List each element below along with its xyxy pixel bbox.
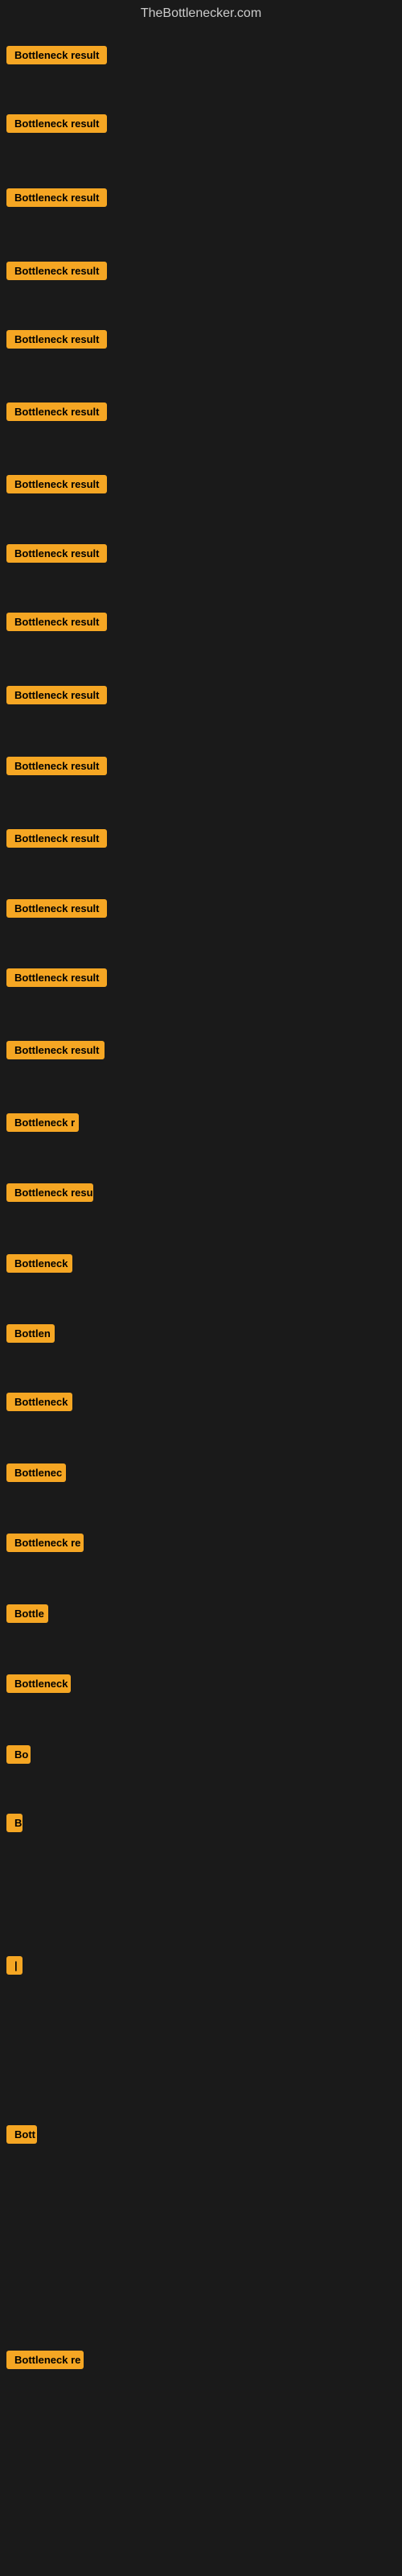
bottleneck-badge-14[interactable]: Bottleneck result — [6, 968, 107, 987]
bottleneck-item-9: Bottleneck result — [6, 613, 107, 635]
bottleneck-item-20: Bottleneck — [6, 1393, 72, 1415]
bottleneck-badge-7[interactable]: Bottleneck result — [6, 475, 107, 493]
bottleneck-item-5: Bottleneck result — [6, 330, 107, 353]
bottleneck-badge-33[interactable]: Bottleneck re — [6, 2351, 84, 2369]
bottleneck-item-25: Bo — [6, 1745, 31, 1768]
bottleneck-badge-10[interactable]: Bottleneck result — [6, 686, 107, 704]
bottleneck-item-24: Bottleneck — [6, 1674, 71, 1697]
bottleneck-badge-23[interactable]: Bottle — [6, 1604, 48, 1623]
bottleneck-badge-5[interactable]: Bottleneck result — [6, 330, 107, 349]
bottleneck-item-4: Bottleneck result — [6, 262, 107, 284]
bottleneck-badge-9[interactable]: Bottleneck result — [6, 613, 107, 631]
bottleneck-item-6: Bottleneck result — [6, 402, 107, 425]
bottleneck-badge-13[interactable]: Bottleneck result — [6, 899, 107, 918]
bottleneck-item-2: Bottleneck result — [6, 114, 107, 137]
bottleneck-badge-16[interactable]: Bottleneck r — [6, 1113, 79, 1132]
bottleneck-item-16: Bottleneck r — [6, 1113, 79, 1136]
bottleneck-item-26: B — [6, 1814, 23, 1836]
bottleneck-item-33: Bottleneck re — [6, 2351, 84, 2373]
bottleneck-item-18: Bottleneck — [6, 1254, 72, 1277]
bottleneck-badge-8[interactable]: Bottleneck result — [6, 544, 107, 563]
bottleneck-badge-21[interactable]: Bottlenec — [6, 1463, 66, 1482]
bottleneck-item-8: Bottleneck result — [6, 544, 107, 567]
bottleneck-badge-26[interactable]: B — [6, 1814, 23, 1832]
bottleneck-badge-2[interactable]: Bottleneck result — [6, 114, 107, 133]
bottleneck-badge-28[interactable]: | — [6, 1956, 23, 1975]
bottleneck-item-19: Bottlen — [6, 1324, 55, 1347]
bottleneck-badge-3[interactable]: Bottleneck result — [6, 188, 107, 207]
site-header: TheBottlenecker.com — [0, 0, 402, 31]
bottleneck-item-28: | — [6, 1956, 23, 1979]
bottleneck-item-11: Bottleneck result — [6, 757, 107, 779]
bottleneck-item-21: Bottlenec — [6, 1463, 66, 1486]
bottleneck-item-13: Bottleneck result — [6, 899, 107, 922]
bottleneck-item-15: Bottleneck result — [6, 1041, 105, 1063]
bottleneck-badge-12[interactable]: Bottleneck result — [6, 829, 107, 848]
bottleneck-item-23: Bottle — [6, 1604, 48, 1627]
bottleneck-badge-20[interactable]: Bottleneck — [6, 1393, 72, 1411]
bottleneck-item-30: Bott — [6, 2125, 37, 2148]
bottleneck-badge-19[interactable]: Bottlen — [6, 1324, 55, 1343]
bottleneck-item-10: Bottleneck result — [6, 686, 107, 708]
bottleneck-badge-18[interactable]: Bottleneck — [6, 1254, 72, 1273]
bottleneck-badge-4[interactable]: Bottleneck result — [6, 262, 107, 280]
bottleneck-badge-25[interactable]: Bo — [6, 1745, 31, 1764]
bottleneck-item-14: Bottleneck result — [6, 968, 107, 991]
bottleneck-badge-24[interactable]: Bottleneck — [6, 1674, 71, 1693]
bottleneck-item-17: Bottleneck resu — [6, 1183, 93, 1206]
bottleneck-item-12: Bottleneck result — [6, 829, 107, 852]
bottleneck-item-22: Bottleneck re — [6, 1534, 84, 1556]
bottleneck-item-1: Bottleneck result — [6, 46, 107, 68]
bottleneck-badge-30[interactable]: Bott — [6, 2125, 37, 2144]
bottleneck-badge-17[interactable]: Bottleneck resu — [6, 1183, 93, 1202]
site-title: TheBottlenecker.com — [0, 0, 402, 31]
bottleneck-item-3: Bottleneck result — [6, 188, 107, 211]
bottleneck-badge-15[interactable]: Bottleneck result — [6, 1041, 105, 1059]
bottleneck-badge-22[interactable]: Bottleneck re — [6, 1534, 84, 1552]
bottleneck-badge-1[interactable]: Bottleneck result — [6, 46, 107, 64]
bottleneck-badge-6[interactable]: Bottleneck result — [6, 402, 107, 421]
bottleneck-item-7: Bottleneck result — [6, 475, 107, 497]
bottleneck-badge-11[interactable]: Bottleneck result — [6, 757, 107, 775]
